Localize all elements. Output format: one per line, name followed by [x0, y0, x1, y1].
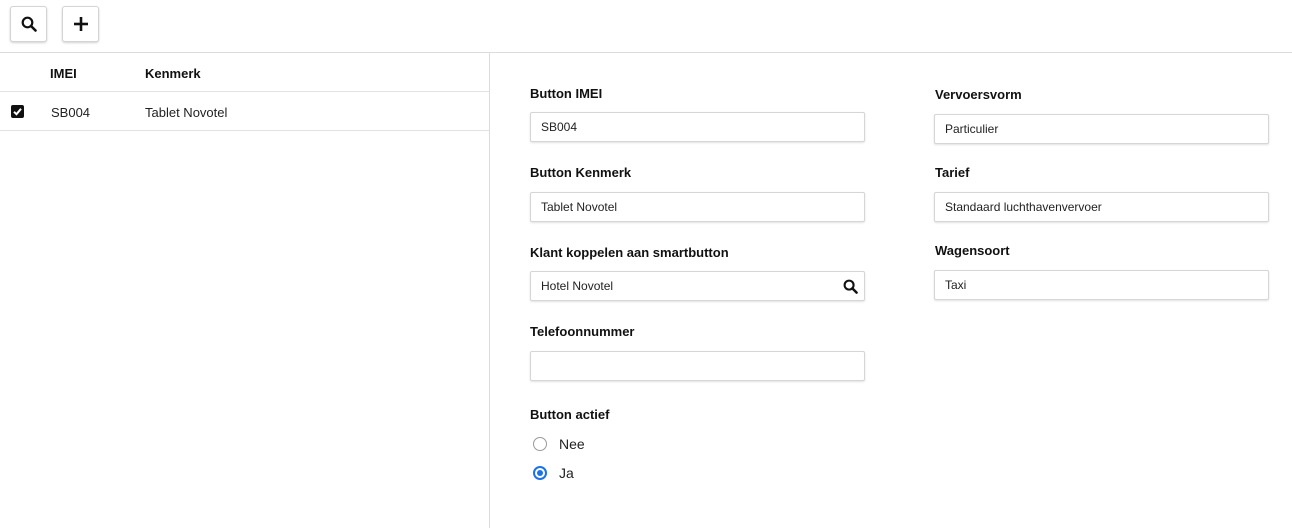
vervoersvorm-value: Particulier [945, 122, 999, 136]
add-button[interactable] [62, 6, 99, 42]
klant-value: Hotel Novotel [541, 279, 614, 293]
column-header-kenmerk[interactable]: Kenmerk [145, 66, 201, 81]
radio-ja[interactable]: Ja [533, 465, 574, 481]
row-checkbox[interactable] [11, 105, 24, 118]
toolbar [0, 0, 1292, 53]
plus-icon [73, 17, 88, 31]
radio-nee-circle[interactable] [533, 437, 547, 451]
button-kenmerk-field[interactable]: Tablet Novotel [530, 192, 865, 222]
button-actief-label: Button actief [530, 407, 610, 422]
radio-ja-label[interactable]: Ja [559, 465, 574, 481]
radio-nee[interactable]: Nee [533, 436, 585, 452]
wagensoort-label: Wagensoort [935, 243, 1010, 258]
radio-ja-circle[interactable] [533, 466, 547, 480]
detail-form: Button IMEI SB004 Button Kenmerk Tablet … [491, 53, 1292, 528]
telefoon-label: Telefoonnummer [530, 324, 635, 339]
checkmark-icon [13, 108, 22, 116]
klant-label: Klant koppelen aan smartbutton [530, 245, 729, 260]
klant-search-field[interactable]: Hotel Novotel [530, 271, 865, 301]
search-icon[interactable] [843, 279, 858, 294]
wagensoort-field[interactable]: Taxi [934, 270, 1269, 300]
button-imei-value: SB004 [541, 120, 578, 134]
tarief-field[interactable]: Standaard luchthavenvervoer [934, 192, 1269, 222]
vervoersvorm-field[interactable]: Particulier [934, 114, 1269, 144]
button-imei-label: Button IMEI [530, 86, 603, 101]
telefoon-field[interactable] [530, 351, 865, 381]
table-row[interactable]: SB004 Tablet Novotel [0, 92, 489, 131]
button-imei-field[interactable]: SB004 [530, 112, 865, 142]
search-icon [21, 16, 37, 32]
button-kenmerk-value: Tablet Novotel [541, 200, 618, 214]
radio-nee-label[interactable]: Nee [559, 436, 585, 452]
column-header-imei[interactable]: IMEI [50, 66, 77, 81]
cell-kenmerk: Tablet Novotel [145, 105, 228, 120]
list-header: IMEI Kenmerk [0, 53, 489, 92]
wagensoort-value: Taxi [945, 278, 967, 292]
button-list: IMEI Kenmerk SB004 Tablet Novotel [0, 53, 490, 528]
tarief-label: Tarief [935, 165, 970, 180]
button-kenmerk-label: Button Kenmerk [530, 165, 632, 180]
vervoersvorm-label: Vervoersvorm [935, 87, 1022, 102]
cell-imei: SB004 [51, 105, 91, 120]
search-button[interactable] [10, 6, 47, 42]
tarief-value: Standaard luchthavenvervoer [945, 200, 1102, 214]
